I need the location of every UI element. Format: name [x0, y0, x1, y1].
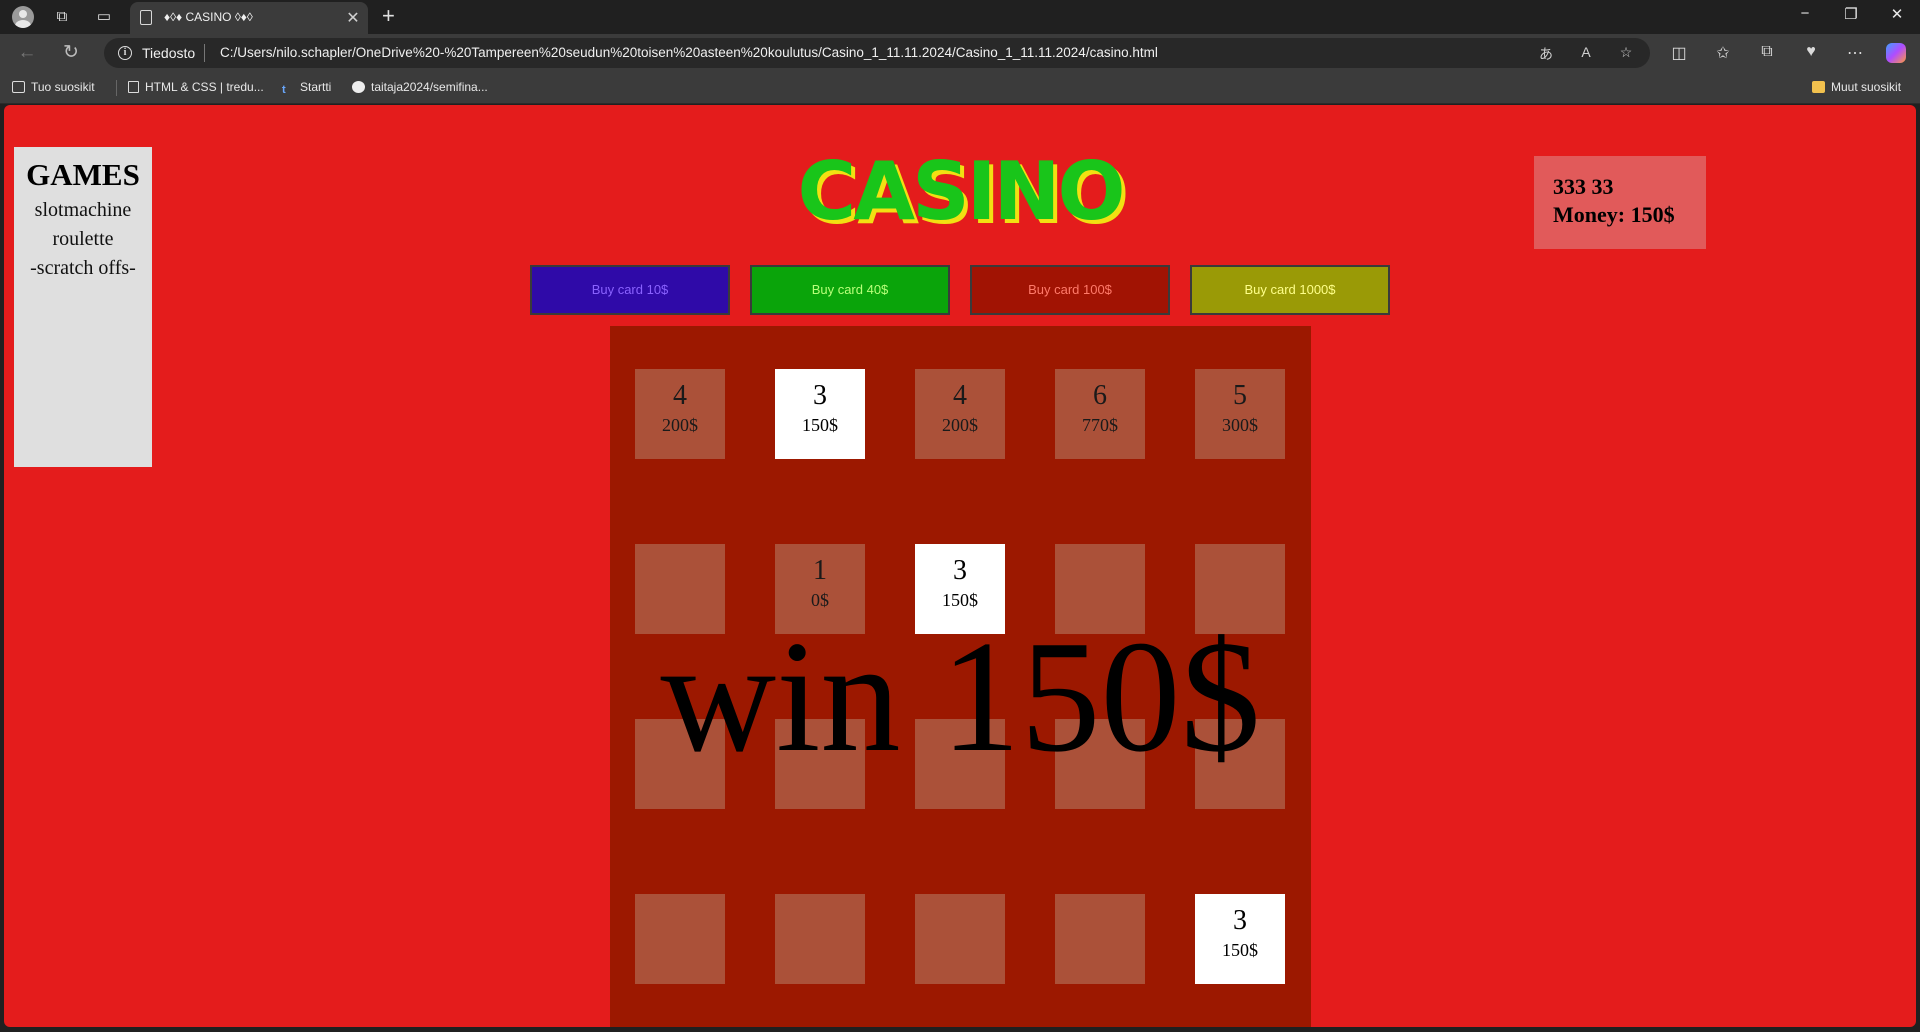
- cell-number: 1: [813, 555, 827, 586]
- scratch-cell[interactable]: 3 150$: [915, 544, 1005, 634]
- address-separator: [204, 44, 205, 62]
- cell-number: 4: [953, 380, 967, 411]
- cell-prize: 150$: [942, 590, 978, 610]
- bookmark-separator: [116, 80, 117, 96]
- new-tab-icon[interactable]: +: [382, 3, 395, 29]
- scratch-cell[interactable]: 3 150$: [775, 369, 865, 459]
- page-file-icon: [140, 10, 152, 25]
- cell-prize: 770$: [1082, 415, 1118, 435]
- scratch-cell[interactable]: [1055, 894, 1145, 984]
- scratch-cell[interactable]: 3 150$: [1195, 894, 1285, 984]
- scratch-cell[interactable]: [775, 894, 865, 984]
- scratch-cell[interactable]: [915, 894, 1005, 984]
- address-toolbar: ← ↻ i Tiedosto C:/Users/nilo.schapler/On…: [0, 34, 1920, 72]
- scratch-cell[interactable]: [1055, 544, 1145, 634]
- scratch-cell[interactable]: 4 200$: [635, 369, 725, 459]
- url-text[interactable]: C:/Users/nilo.schapler/OneDrive%20-%20Ta…: [220, 45, 1158, 60]
- tab-strip: ⧉ ▭ ♦◊♦ CASINO ◊♦◊ ✕ + − ❐ ✕: [0, 0, 1920, 34]
- scratch-cell[interactable]: [775, 719, 865, 809]
- close-tab-icon[interactable]: ✕: [344, 8, 362, 28]
- scheme-label: Tiedosto: [142, 45, 196, 61]
- github-icon: [352, 81, 365, 93]
- other-favorites[interactable]: Muut suosikit: [1812, 80, 1901, 94]
- buy-card-100-button[interactable]: Buy card 100$: [970, 265, 1170, 315]
- favorite-star-icon[interactable]: ☆: [1616, 44, 1636, 61]
- close-window-icon[interactable]: ✕: [1882, 5, 1912, 23]
- scratch-cell[interactable]: [1195, 544, 1285, 634]
- bookmark-html-css[interactable]: HTML & CSS | tredu...: [128, 80, 264, 94]
- cell-prize: 300$: [1222, 415, 1258, 435]
- read-aloud-icon[interactable]: A: [1576, 44, 1596, 60]
- trello-icon: t: [282, 84, 286, 96]
- bookmarks-bar: Tuo suosikit HTML & CSS | tredu... t Star…: [0, 72, 1920, 104]
- copilot-icon[interactable]: [1886, 43, 1906, 63]
- page-icon: [128, 81, 139, 93]
- scratch-card: 4 200$ 3 150$ 4 200$ 6 770$ 5 300$ 1 0$ 3 150$ 3 150$ wi…: [610, 326, 1311, 1027]
- profile-avatar-icon[interactable]: [12, 6, 34, 28]
- page-viewport: GAMES slotmachine roulette -scratch offs…: [4, 105, 1916, 1027]
- scratch-cell[interactable]: [1195, 719, 1285, 809]
- cell-number: 6: [1093, 380, 1107, 411]
- money-line-1: 333 33: [1553, 174, 1614, 199]
- buy-card-40-button[interactable]: Buy card 40$: [750, 265, 950, 315]
- buy-card-10-button[interactable]: Buy card 10$: [530, 265, 730, 315]
- game-link-scratch-offs[interactable]: -scratch offs-: [14, 257, 152, 280]
- scratch-cell[interactable]: 6 770$: [1055, 369, 1145, 459]
- minimize-icon[interactable]: −: [1790, 5, 1820, 22]
- scratch-cell[interactable]: 5 300$: [1195, 369, 1285, 459]
- cell-number: 3: [813, 380, 827, 411]
- browser-essentials-icon[interactable]: ♥: [1800, 43, 1822, 61]
- cell-number: 3: [1233, 905, 1247, 936]
- address-bar[interactable]: i Tiedosto C:/Users/nilo.schapler/OneDri…: [104, 38, 1650, 68]
- scratch-cell[interactable]: 4 200$: [915, 369, 1005, 459]
- collections-icon[interactable]: ⧉: [1756, 43, 1778, 61]
- more-menu-icon[interactable]: ⋯: [1844, 43, 1866, 63]
- scratch-cell[interactable]: [915, 719, 1005, 809]
- tab-casino[interactable]: ♦◊♦ CASINO ◊♦◊ ✕: [130, 2, 368, 34]
- back-icon[interactable]: ←: [16, 42, 38, 64]
- folder-icon: [1812, 81, 1825, 93]
- split-screen-icon[interactable]: ◫: [1668, 43, 1690, 63]
- money-balance: Money: 150$: [1553, 202, 1675, 227]
- bookmark-import[interactable]: Tuo suosikit: [12, 80, 95, 94]
- scratch-cell[interactable]: 1 0$: [775, 544, 865, 634]
- scratch-cell[interactable]: [1055, 719, 1145, 809]
- cell-prize: 200$: [662, 415, 698, 435]
- workspaces-icon[interactable]: ⧉: [52, 7, 72, 27]
- cell-prize: 0$: [811, 590, 829, 610]
- cell-number: 4: [673, 380, 687, 411]
- translate-icon[interactable]: あ: [1536, 44, 1556, 64]
- cell-prize: 150$: [802, 415, 838, 435]
- favorites-icon[interactable]: ✩: [1712, 43, 1734, 63]
- scratch-cell[interactable]: [635, 894, 725, 984]
- money-panel: 333 33 Money: 150$: [1534, 156, 1706, 249]
- refresh-icon[interactable]: ↻: [60, 42, 82, 64]
- tab-actions-icon[interactable]: ▭: [94, 7, 114, 27]
- buy-card-1000-button[interactable]: Buy card 1000$: [1190, 265, 1390, 315]
- bookmark-startti[interactable]: t Startti: [282, 80, 331, 96]
- import-icon: [12, 81, 25, 93]
- scratch-cell[interactable]: [635, 544, 725, 634]
- cell-prize: 150$: [1222, 940, 1258, 960]
- cell-number: 5: [1233, 380, 1247, 411]
- tab-title: ♦◊♦ CASINO ◊♦◊: [164, 10, 253, 24]
- cell-number: 3: [953, 555, 967, 586]
- scratch-cell[interactable]: [635, 719, 725, 809]
- info-icon[interactable]: i: [118, 46, 132, 60]
- restore-icon[interactable]: ❐: [1836, 5, 1866, 23]
- bookmark-github[interactable]: taitaja2024/semifina...: [352, 80, 488, 94]
- cell-prize: 200$: [942, 415, 978, 435]
